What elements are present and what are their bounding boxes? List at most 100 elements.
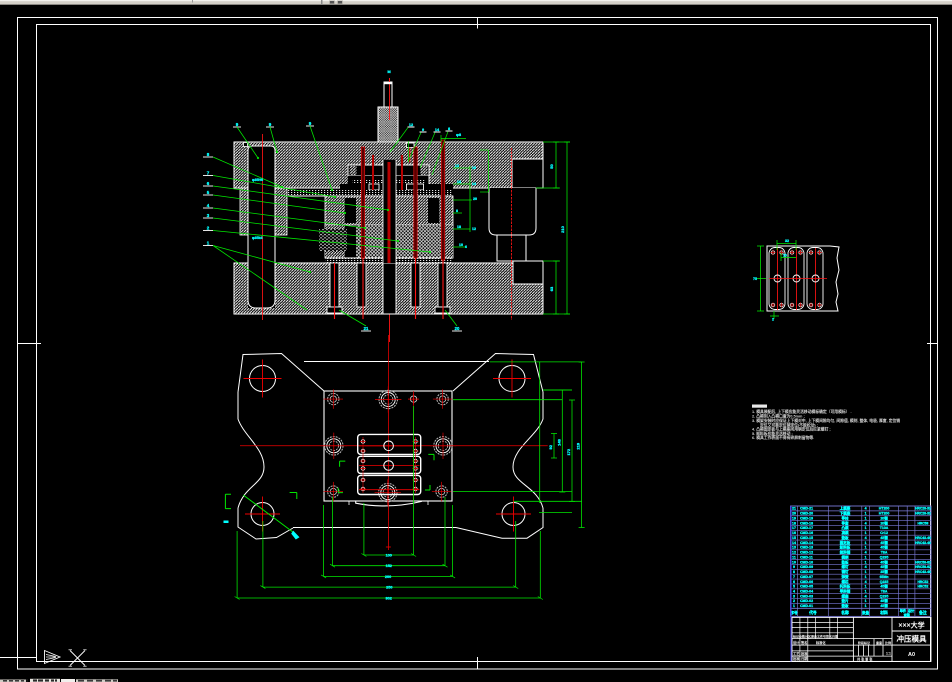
svg-text:CMD-18: CMD-18	[800, 521, 813, 525]
svg-text:302: 302	[386, 596, 392, 600]
svg-text:19: 19	[792, 516, 796, 520]
svg-text:20: 20	[473, 197, 477, 201]
svg-text:HRC43-48: HRC43-48	[915, 541, 931, 545]
svg-text:6: 6	[465, 245, 467, 249]
svg-text:9: 9	[422, 128, 424, 132]
svg-text:1: 1	[865, 512, 867, 516]
svg-text:4: 4	[865, 594, 867, 598]
svg-text:销钉: 销钉	[842, 569, 850, 574]
svg-text:模柄: 模柄	[842, 554, 850, 559]
svg-text:1: 1	[865, 546, 867, 550]
svg-text:3. 模架安装时应保证上下模对中, 上下模间隙均匀, 间隙值: 3. 模架安装时应保证上下模对中, 上下模间隙均匀, 间隙值, 模刻, 整体, …	[752, 418, 900, 423]
svg-text:凸模: 凸模	[842, 525, 850, 530]
svg-text:×××大学: ×××大学	[898, 620, 924, 629]
svg-text:HRC58-62: HRC58-62	[915, 565, 931, 569]
svg-text:8: 8	[448, 127, 450, 131]
svg-text:CMD-08: CMD-08	[800, 570, 813, 574]
svg-text:φ35k6: φ35k6	[252, 236, 263, 240]
svg-text:152: 152	[386, 564, 392, 568]
svg-text:弹簧: 弹簧	[842, 574, 850, 579]
svg-text:CMD-04: CMD-04	[800, 589, 813, 593]
svg-text:4: 4	[793, 589, 795, 593]
svg-text:15: 15	[792, 536, 796, 540]
svg-text:设计: 设计	[793, 640, 800, 645]
svg-text:9: 9	[793, 565, 795, 569]
svg-text:219: 219	[576, 442, 581, 449]
svg-text:200: 200	[385, 575, 391, 579]
svg-text:4: 4	[865, 565, 867, 569]
svg-text:21: 21	[792, 507, 796, 511]
svg-text:18: 18	[792, 521, 796, 525]
svg-text:45钢: 45钢	[880, 535, 888, 540]
svg-text:CMD-13: CMD-13	[800, 546, 813, 550]
svg-text:垫板: 垫板	[842, 559, 850, 564]
svg-text:1: 1	[865, 570, 867, 574]
svg-text:1: 1	[865, 560, 867, 564]
svg-text:垫板: 垫板	[842, 535, 850, 540]
svg-text:导柱: 导柱	[842, 515, 850, 520]
svg-text:CMD-15: CMD-15	[800, 536, 813, 540]
svg-text:20钢: 20钢	[880, 515, 888, 520]
svg-text:16: 16	[792, 531, 796, 535]
svg-text:1: 1	[865, 541, 867, 545]
svg-text:T8A: T8A	[881, 589, 888, 593]
svg-text:凑模: 凑模	[842, 530, 850, 535]
svg-text:固定板: 固定板	[840, 540, 851, 545]
svg-text:1: 1	[865, 599, 867, 603]
svg-text:托料板: 托料板	[840, 584, 851, 589]
svg-text:12: 12	[409, 123, 413, 127]
svg-text:比例: 比例	[885, 640, 891, 645]
svg-text:14: 14	[472, 182, 476, 186]
svg-text:5: 5	[793, 585, 795, 589]
svg-text:CMD-06: CMD-06	[800, 580, 813, 584]
svg-text:阶段标记: 阶段标记	[858, 640, 870, 645]
svg-text:日期: 日期	[801, 656, 808, 661]
svg-text:1: 1	[865, 516, 867, 520]
svg-text:T8A: T8A	[881, 551, 888, 555]
svg-text:5. 卸料板应能灵活移动 ;: 5. 卸料板应能灵活移动 ;	[752, 431, 793, 436]
svg-text:HRC43-48: HRC43-48	[915, 570, 931, 574]
svg-text:20: 20	[792, 512, 796, 516]
svg-text:12: 12	[455, 164, 459, 168]
svg-text:172: 172	[566, 448, 571, 455]
svg-text:45钢: 45钢	[880, 564, 888, 569]
svg-text:CMD-02: CMD-02	[800, 599, 813, 603]
svg-text:45钢: 45钢	[880, 559, 888, 564]
svg-text:上模座: 上模座	[840, 506, 851, 511]
svg-text:14: 14	[792, 541, 796, 545]
svg-text:1:1: 1:1	[886, 652, 891, 656]
svg-text:32: 32	[785, 239, 789, 243]
svg-text:1: 1	[865, 585, 867, 589]
svg-text:11: 11	[792, 555, 796, 559]
svg-text:CMD-09: CMD-09	[800, 565, 813, 569]
svg-text:50: 50	[549, 164, 554, 169]
svg-text:3: 3	[793, 594, 795, 598]
svg-text:垫片: 垫片	[842, 598, 850, 603]
svg-text:单件: 单件	[900, 608, 907, 613]
svg-text:CMD-16: CMD-16	[800, 531, 813, 535]
svg-text:65Mn: 65Mn	[880, 575, 889, 579]
svg-text:HRC28-32: HRC28-32	[915, 507, 931, 511]
svg-text:63: 63	[549, 286, 554, 291]
svg-text:45钢: 45钢	[880, 584, 888, 589]
svg-text:10: 10	[472, 166, 476, 170]
svg-text:代号: 代号	[808, 610, 817, 615]
svg-text:CMD-05: CMD-05	[800, 585, 813, 589]
svg-text:CMD-03: CMD-03	[800, 594, 813, 598]
svg-text:定位又可靠定位销定位(不能松动) ;: 定位又可靠定位销定位(不能松动) ;	[759, 422, 818, 427]
svg-text:18: 18	[457, 225, 461, 229]
svg-text:螺栏: 螺栏	[842, 579, 850, 584]
svg-text:10: 10	[792, 560, 796, 564]
svg-text:批准: 批准	[801, 651, 808, 656]
svg-text:HRC58: HRC58	[918, 521, 929, 525]
svg-text:4: 4	[865, 521, 867, 525]
svg-text:A0: A0	[908, 652, 915, 658]
svg-text:HRC52: HRC52	[918, 580, 929, 584]
svg-text:6. 模具工作表面不得有碎屛刺留物等.: 6. 模具工作表面不得有碎屛刺留物等.	[752, 435, 814, 440]
svg-text:1: 1	[865, 589, 867, 593]
svg-text:7: 7	[793, 575, 795, 579]
svg-text:16: 16	[457, 180, 461, 184]
svg-text:CMD-11: CMD-11	[800, 555, 813, 559]
svg-text:12: 12	[792, 551, 796, 555]
svg-text:2: 2	[793, 599, 795, 603]
